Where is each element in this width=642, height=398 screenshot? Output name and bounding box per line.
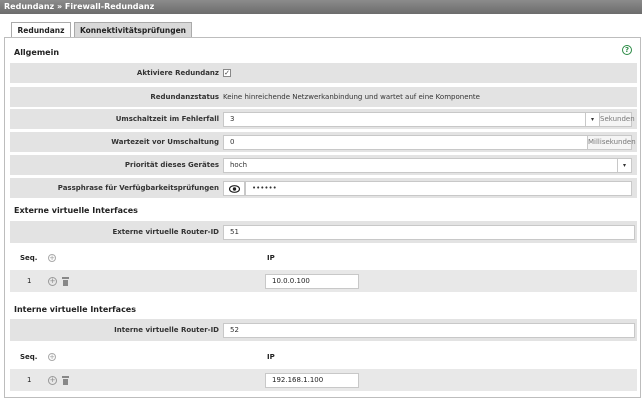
internal-router-id-label: Interne virtuelle Router-ID <box>114 326 219 334</box>
passphrase-label: Passphrase für Verfügbarkeitsprüfungen <box>57 184 219 192</box>
external-router-id-label: Externe virtuelle Router-ID <box>112 228 219 236</box>
failover-dropdown-button[interactable]: ▾ <box>586 112 600 127</box>
internal-ip-input[interactable]: 192.168.1.100 <box>265 373 359 388</box>
trash-icon[interactable] <box>62 277 69 286</box>
row-external-router-id: Externe virtuelle Router-ID 51 <box>10 221 637 243</box>
row-priority: Priorität dieses Gerätes hoch ▾ <box>10 155 637 175</box>
internal-seq-header: Seq. <box>20 353 38 361</box>
priority-chevron-down-icon[interactable]: ▾ <box>618 158 632 173</box>
wait-unit: Millisekunden <box>588 135 636 150</box>
internal-list-row: 1 + 192.168.1.100 <box>10 369 637 391</box>
trash-icon[interactable] <box>62 376 69 385</box>
external-row-add-icon[interactable]: + <box>48 277 57 286</box>
wait-input[interactable]: 0 <box>223 135 588 150</box>
external-ip-input[interactable]: 10.0.0.100 <box>265 274 359 289</box>
row-wait: Wartezeit vor Umschaltung 0 Millisekunde… <box>10 132 637 152</box>
window-title: Redundanz » Firewall-Redundanz <box>0 0 642 14</box>
section-allgemein: Allgemein <box>14 48 60 57</box>
wait-label: Wartezeit vor Umschaltung <box>111 138 219 146</box>
passphrase-input[interactable]: •••••• <box>245 181 632 196</box>
status-label: Redundanzstatus <box>150 93 219 101</box>
row-status: Redundanzstatus Keine hinreichende Netzw… <box>10 87 637 107</box>
external-add-icon[interactable]: + <box>48 254 56 262</box>
row-internal-router-id: Interne virtuelle Router-ID 52 <box>10 319 637 341</box>
external-seq-header: Seq. <box>20 254 38 262</box>
row-failover: Umschaltzeit im Fehlerfall 3 ▾ Sekunden <box>10 109 637 129</box>
failover-label: Umschaltzeit im Fehlerfall <box>115 115 219 123</box>
external-list-row: 1 + 10.0.0.100 <box>10 270 637 292</box>
priority-select[interactable]: hoch <box>223 158 618 173</box>
external-router-id-input[interactable]: 51 <box>223 225 635 240</box>
activate-label: Aktiviere Redundanz <box>136 69 219 77</box>
row-passphrase: Passphrase für Verfügbarkeitsprüfungen •… <box>10 178 637 198</box>
activate-checkbox[interactable]: ✓ <box>223 69 231 77</box>
help-icon[interactable]: ? <box>622 45 632 55</box>
priority-label: Priorität dieses Gerätes <box>124 161 219 169</box>
section-internal: Interne virtuelle Interfaces <box>14 305 136 314</box>
internal-add-icon[interactable]: + <box>48 353 56 361</box>
failover-input[interactable]: 3 <box>223 112 586 127</box>
internal-ip-header: IP <box>267 353 275 361</box>
section-external: Externe virtuelle Interfaces <box>14 206 138 215</box>
row-activate: Aktiviere Redundanz ✓ <box>10 63 637 83</box>
internal-row-add-icon[interactable]: + <box>48 376 57 385</box>
external-row-seq: 1 <box>27 277 32 285</box>
tab-konnektivitaetspruefungen[interactable]: Konnektivitätsprüfungen <box>74 22 192 37</box>
status-text: Keine hinreichende Netzwerkanbindung und… <box>223 93 480 101</box>
external-ip-header: IP <box>267 254 275 262</box>
internal-router-id-input[interactable]: 52 <box>223 323 635 338</box>
eye-icon[interactable] <box>223 181 245 196</box>
internal-row-seq: 1 <box>27 376 32 384</box>
failover-unit: Sekunden <box>600 112 635 127</box>
